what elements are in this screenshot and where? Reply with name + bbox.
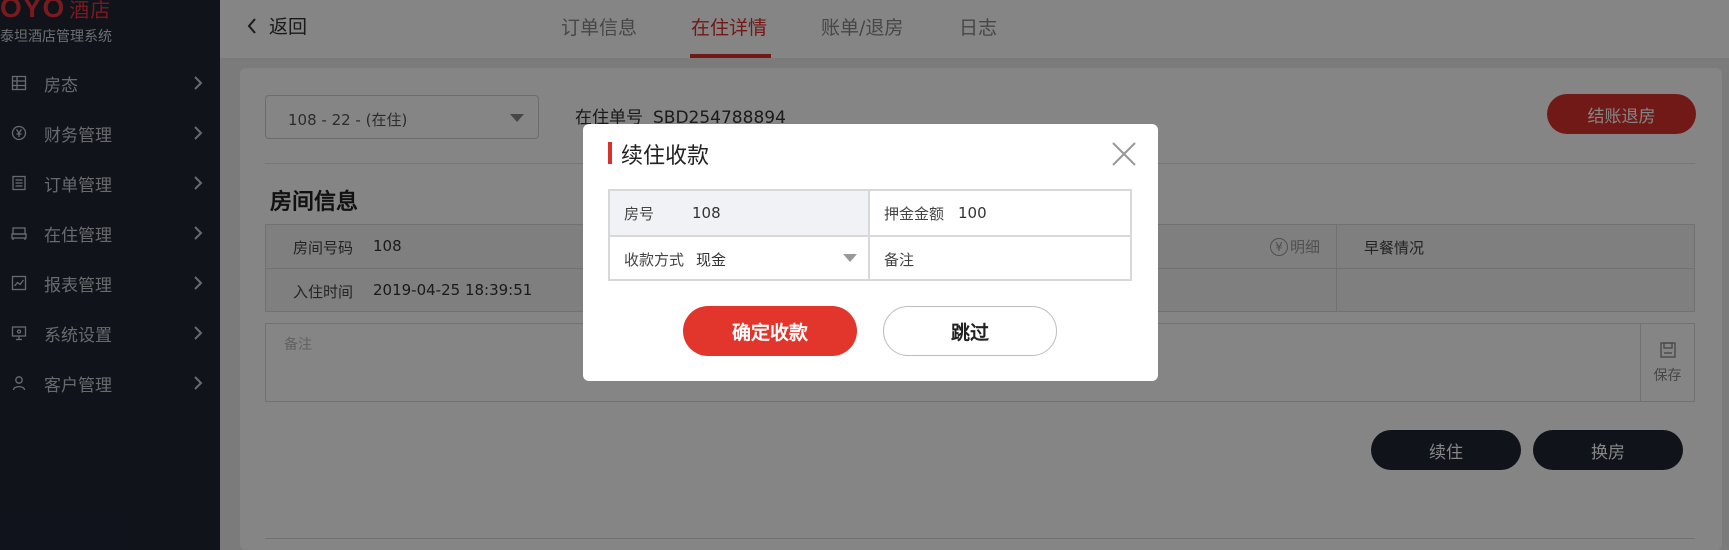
skip-button[interactable]: 跳过	[883, 306, 1057, 356]
payment-method-select[interactable]: 收款方式 现金	[610, 237, 868, 281]
dropdown-caret-icon	[843, 254, 857, 262]
close-icon[interactable]	[1110, 140, 1138, 168]
modal-title: 续住收款	[621, 144, 710, 169]
extend-payment-modal: 续住收款 房号 108 押金金额 100 收款方式 现金 备注 确定收款 跳过	[583, 124, 1158, 381]
table-divider	[610, 235, 1130, 237]
payment-form-table: 房号 108 押金金额 100 收款方式 现金 备注	[608, 189, 1132, 281]
confirm-payment-button[interactable]: 确定收款	[683, 306, 857, 356]
table-divider	[868, 191, 870, 279]
remark-input[interactable]: 备注	[870, 237, 1130, 281]
deposit-field[interactable]: 押金金额 100	[870, 191, 1130, 235]
room-cell: 房号 108	[610, 191, 868, 235]
title-accent-bar	[608, 142, 612, 164]
